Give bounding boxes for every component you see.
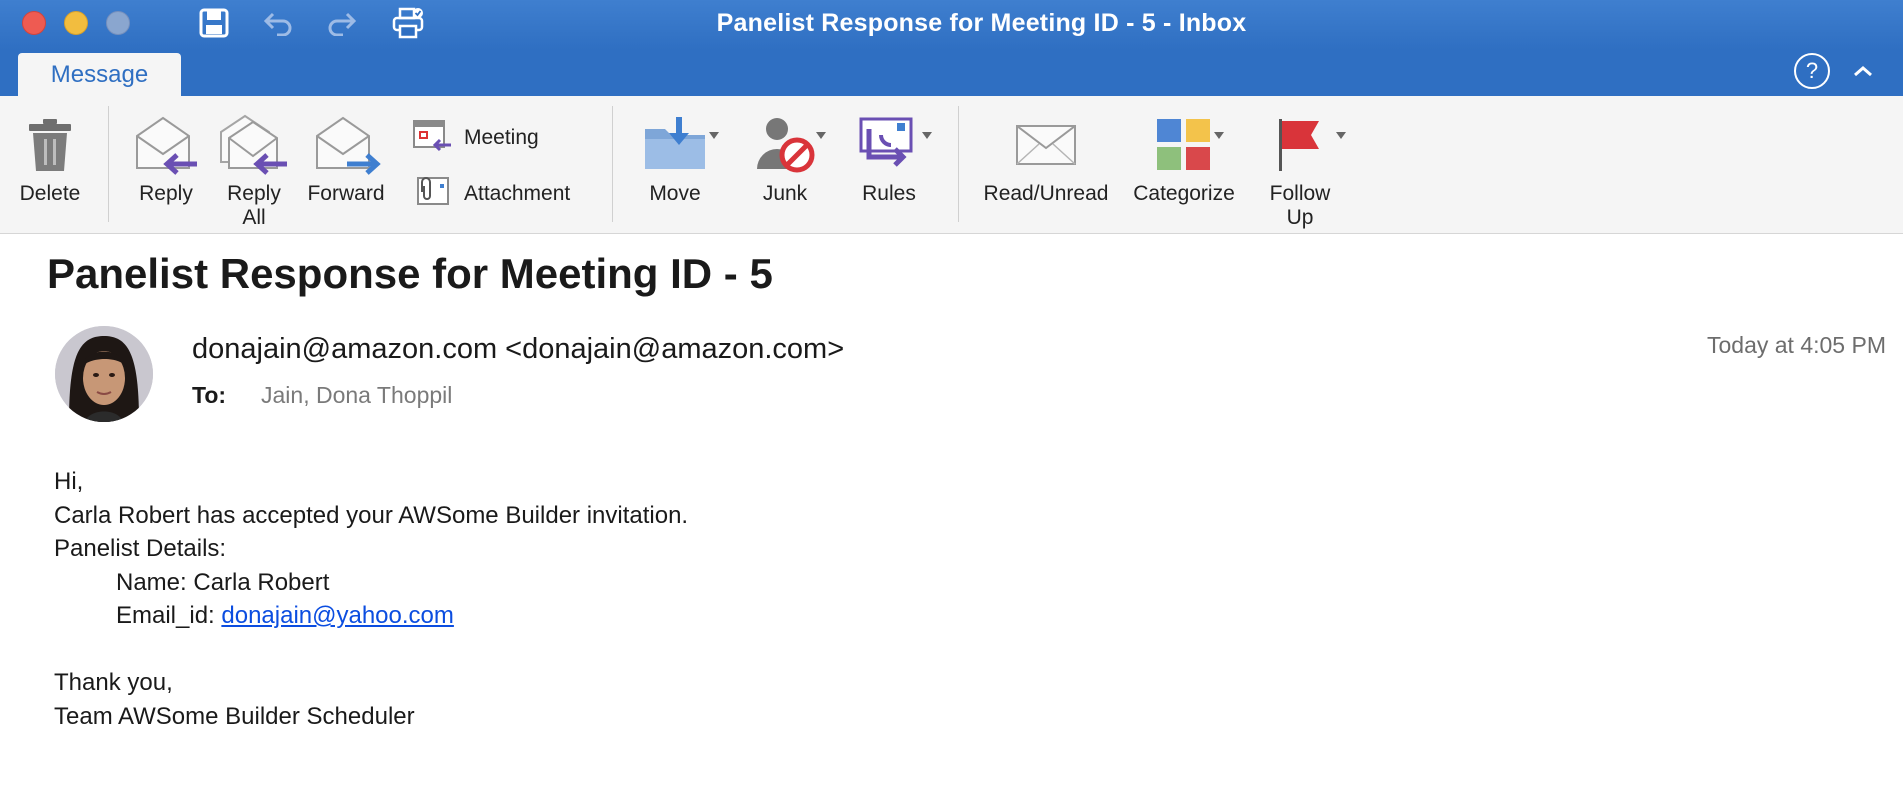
attachment-icon [412,174,452,214]
sender-address[interactable]: donajain@amazon.com <donajain@amazon.com… [192,333,844,366]
forward-button[interactable]: Forward [302,110,390,206]
move-folder-icon [643,110,707,180]
ribbon-separator [108,106,109,222]
calendar-icon [412,118,452,158]
categorize-icon [1155,110,1213,180]
rules-icon [857,110,921,180]
message-body: Hi, Carla Robert has accepted your AWSom… [54,465,688,733]
body-thanks: Thank you, [54,669,173,696]
body-signature: Team AWSome Builder Scheduler [54,702,415,730]
received-time: Today at 4:05 PM [1707,332,1886,358]
envelope-icon [1015,110,1077,180]
move-label: Move [649,182,701,205]
forward-label: Forward [307,182,385,205]
body-greeting: Hi, [54,468,84,495]
meeting-button[interactable]: Meeting [412,118,539,158]
categorize-label: Categorize [1133,182,1235,205]
follow-up-label: Follow Up [1269,182,1331,229]
categorize-button[interactable]: Categorize [1124,110,1244,206]
junk-label: Junk [762,182,808,205]
reply-label: Reply [139,182,193,205]
title-bar: Panelist Response for Meeting ID - 5 - I… [0,0,1903,50]
ribbon-separator [958,106,959,222]
junk-icon [753,110,817,180]
message-subject: Panelist Response for Meeting ID - 5 [47,250,773,297]
panelist-email-line: Email_id: donajain@yahoo.com [54,599,688,633]
rules-dropdown-icon[interactable] [922,132,932,139]
move-dropdown-icon[interactable] [709,132,719,139]
reply-icon [131,110,201,180]
collapse-ribbon-icon[interactable] [1848,56,1878,86]
sender-avatar [55,326,153,422]
ribbon-toolbar: Delete Reply Reply All Forward Meeting At… [0,96,1903,234]
panelist-details-heading: Panelist Details: [54,535,227,562]
window-title: Panelist Response for Meeting ID - 5 - I… [716,9,1247,37]
attachment-label: Attachment [464,182,571,205]
read-unread-label: Read/Unread [983,182,1109,205]
delete-label: Delete [19,182,81,205]
email-label: Email_id: [116,602,222,629]
recipient-name[interactable]: Jain, Dona Thoppil [261,382,452,409]
rules-button[interactable]: Rules [846,110,932,206]
reply-button[interactable]: Reply [128,110,204,206]
panelist-name: Name: Carla Robert [116,568,330,596]
body-line: Carla Robert has accepted your AWSome Bu… [54,501,689,529]
forward-icon [311,110,381,180]
trash-icon [25,110,75,180]
follow-up-dropdown-icon[interactable] [1336,132,1346,139]
read-unread-button[interactable]: Read/Unread [976,110,1116,206]
reply-all-button[interactable]: Reply All [214,110,294,230]
panelist-email-link[interactable]: donajain@yahoo.com [221,602,454,629]
delete-button[interactable]: Delete [14,110,86,206]
categorize-dropdown-icon[interactable] [1214,132,1224,139]
flag-icon [1275,110,1325,180]
ribbon-separator [612,106,613,222]
reply-all-icon [217,110,291,180]
junk-dropdown-icon[interactable] [816,132,826,139]
reply-all-label: Reply All [227,182,281,229]
follow-up-button[interactable]: Follow Up [1254,110,1346,230]
attachment-button[interactable]: Attachment [412,174,570,214]
ribbon-tab-bar: Message ? [0,50,1903,96]
meeting-label: Meeting [464,126,539,149]
rules-label: Rules [862,182,916,205]
junk-button[interactable]: Junk [742,110,828,206]
move-button[interactable]: Move [632,110,718,206]
tab-message[interactable]: Message [18,53,181,96]
to-label: To: [192,382,227,408]
help-button[interactable]: ? [1794,53,1830,89]
